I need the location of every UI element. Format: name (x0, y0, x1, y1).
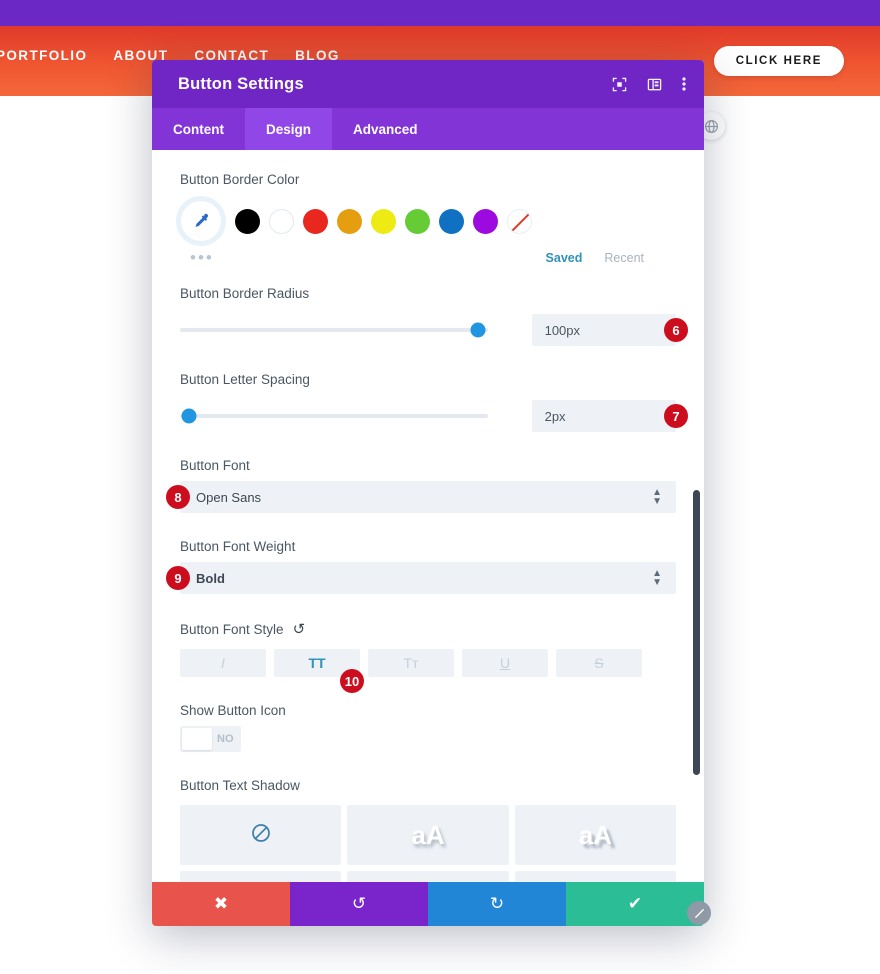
field-show-button-icon: Show Button Icon NO (180, 703, 676, 752)
resize-handle-icon[interactable] (687, 901, 711, 925)
letter-spacing-row: 2px 7 (180, 400, 688, 432)
style-btn-italic[interactable]: I (180, 649, 266, 677)
swatch-white[interactable] (269, 208, 294, 234)
save-button[interactable]: ✔ (566, 882, 704, 926)
border-radius-knob[interactable] (470, 322, 486, 338)
tab-recent-colors[interactable]: Recent (604, 251, 644, 265)
style-btn-underline[interactable]: U (462, 649, 548, 677)
modal-body: Button Border Color ••• Saved Recent But… (152, 150, 704, 926)
swatch-blue[interactable] (439, 208, 464, 234)
redo-button[interactable]: ↻ (428, 882, 566, 926)
swatch-none[interactable] (507, 208, 532, 234)
style-btn-strikethrough[interactable]: S (556, 649, 642, 677)
button-settings-modal: Button Settings Content Design Advanced … (152, 60, 704, 926)
reset-arrow-icon[interactable]: ↺ (293, 620, 306, 638)
button-font-weight-wrap: Bold ▲ ▼ 9 (166, 562, 676, 594)
saved-recent-tabs: Saved Recent (546, 251, 676, 265)
button-font-value: Open Sans (196, 489, 262, 505)
button-font-weight-select[interactable]: Bold ▲ ▼ (180, 562, 676, 594)
toggle-knob (182, 728, 212, 750)
shadow-preset-right[interactable]: aA (514, 805, 676, 865)
letter-spacing-slider[interactable] (180, 408, 488, 424)
settings-scrollbar[interactable] (693, 490, 700, 775)
underline-icon: U (499, 655, 511, 671)
label-button-font-weight: Button Font Weight (180, 539, 296, 554)
titlebar-icon-group (612, 76, 686, 92)
uppercase-icon: TT (308, 655, 326, 671)
nav-item-portfolio[interactable]: PORTFOLIO (0, 48, 87, 63)
modal-action-bar: ✖ ↺ ↻ ✔ (152, 882, 704, 926)
undo-button[interactable]: ↺ (290, 882, 428, 926)
field-button-font: Button Font Open Sans ▲ ▼ 8 (166, 458, 676, 513)
label-show-button-icon: Show Button Icon (180, 703, 286, 718)
field-letter-spacing: Button Letter Spacing 2px 7 (180, 372, 688, 432)
letter-spacing-value: 2px (544, 408, 566, 424)
font-style-label-row: Button Font Style ↺ (180, 620, 676, 638)
step-badge-9: 9 (166, 566, 190, 590)
field-border-radius: Button Border Radius 100px 6 (180, 286, 688, 346)
chevron-updown-icon: ▲ ▼ (652, 487, 662, 507)
cancel-button[interactable]: ✖ (152, 882, 290, 926)
layout-panel-icon[interactable] (647, 77, 662, 92)
button-font-select[interactable]: Open Sans ▲ ▼ (180, 481, 676, 513)
italic-icon: I (221, 655, 225, 671)
label-border-color: Button Border Color (180, 172, 300, 187)
swatch-purple[interactable] (473, 208, 498, 234)
more-colors-icon[interactable]: ••• (180, 248, 214, 268)
step-badge-7: 7 (664, 404, 688, 428)
border-radius-slider[interactable] (180, 322, 488, 338)
tab-saved-colors[interactable]: Saved (546, 251, 583, 265)
small-caps-icon: Tт (403, 655, 419, 671)
field-button-font-weight: Button Font Weight Bold ▲ ▼ 9 (166, 539, 676, 594)
step-badge-6: 6 (664, 318, 688, 342)
modal-tabs: Content Design Advanced (152, 108, 704, 150)
step-badge-10: 10 (340, 669, 364, 693)
button-font-wrap: Open Sans ▲ ▼ 8 (166, 481, 676, 513)
strikethrough-icon: S (594, 655, 604, 671)
button-font-weight-value: Bold (196, 570, 225, 586)
label-font-style: Button Font Style (180, 621, 284, 637)
tab-content[interactable]: Content (152, 108, 245, 150)
swatch-yellow[interactable] (371, 208, 396, 234)
site-cta-button[interactable]: CLICK HERE (713, 46, 844, 76)
border-radius-value: 100px (544, 322, 581, 338)
label-letter-spacing: Button Letter Spacing (180, 372, 310, 387)
screen: PORTFOLIO ABOUT CONTACT BLOG CLICK HERE … (0, 0, 880, 974)
focus-icon[interactable] (612, 77, 627, 92)
field-font-style: Button Font Style ↺ I TT Tт U S 10 (180, 620, 676, 693)
eyedropper-icon[interactable] (180, 200, 222, 242)
more-vertical-icon[interactable] (682, 76, 686, 92)
shadow-sample-down: aA (411, 819, 445, 850)
modal-title: Button Settings (178, 74, 304, 93)
letter-spacing-input[interactable]: 2px 7 (531, 400, 688, 432)
tab-advanced[interactable]: Advanced (332, 108, 439, 150)
border-radius-row: 100px 6 (180, 314, 688, 346)
color-swatch-row (180, 200, 676, 242)
swatch-orange[interactable] (337, 208, 362, 234)
field-border-color: Button Border Color ••• Saved Recent (180, 172, 676, 268)
shadow-sample-right: aA (578, 819, 612, 850)
border-radius-input[interactable]: 100px 6 (531, 314, 688, 346)
color-meta-row: ••• Saved Recent (180, 248, 676, 268)
font-style-buttons: I TT Tт U S 10 (180, 649, 676, 693)
no-shadow-icon (250, 822, 272, 849)
label-text-shadow: Button Text Shadow (180, 778, 300, 793)
shadow-preset-down[interactable]: aA (347, 805, 509, 865)
label-border-radius: Button Border Radius (180, 286, 310, 301)
label-button-font: Button Font (180, 458, 250, 473)
letter-spacing-knob[interactable] (181, 408, 197, 424)
settings-scroll-area: Button Border Color ••• Saved Recent But… (152, 150, 704, 926)
step-badge-8: 8 (166, 485, 190, 509)
site-top-bar (0, 0, 880, 26)
toggle-state-label: NO (217, 733, 234, 745)
swatch-green[interactable] (405, 208, 430, 234)
style-btn-small-caps[interactable]: Tт (368, 649, 454, 677)
shadow-preset-none[interactable] (180, 805, 342, 865)
swatch-black[interactable] (235, 208, 260, 234)
modal-titlebar: Button Settings (152, 60, 704, 108)
tab-design[interactable]: Design (245, 108, 333, 150)
swatch-red[interactable] (303, 208, 328, 234)
chevron-updown-icon-2: ▲ ▼ (652, 568, 662, 588)
show-button-icon-toggle[interactable]: NO (180, 726, 241, 752)
